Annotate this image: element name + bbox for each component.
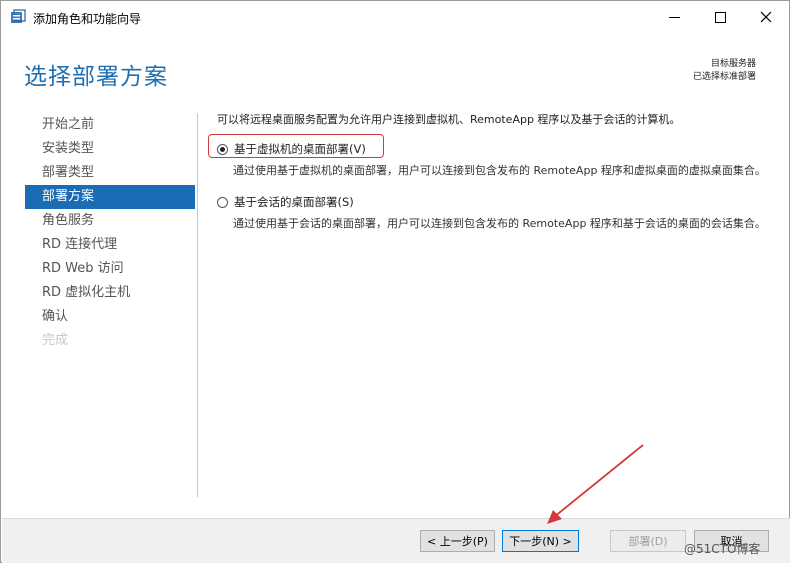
wizard-window: 添加角色和功能向导 选择部署方案 目标服务器 已选择标准部署 开始之前 安装类型… [0,0,790,563]
vm-deployment-description: 通过使用基于虚拟机的桌面部署，用户可以连接到包含发布的 RemoteApp 程序… [233,164,766,177]
window-title: 添加角色和功能向导 [33,12,142,26]
option-vm-deployment: 基于虚拟机的桌面部署(V) 通过使用基于虚拟机的桌面部署，用户可以连接到包含发布… [208,134,772,178]
minimize-button[interactable] [651,1,697,33]
nav-item-role-services[interactable]: 角色服务 [25,209,195,233]
session-deployment-radio-row[interactable]: 基于会话的桌面部署(S) [217,192,772,212]
option-session-deployment: 基于会话的桌面部署(S) 通过使用基于会话的桌面部署，用户可以连接到包含发布的 … [217,192,772,231]
page-title: 选择部署方案 [24,64,168,90]
title-bar: 添加角色和功能向导 [1,1,789,33]
nav-item-rd-web-access[interactable]: RD Web 访问 [25,257,195,281]
content-pane: 可以将远程桌面服务配置为允许用户连接到虚拟机、RemoteApp 程序以及基于会… [208,111,772,231]
previous-button[interactable]: < 上一步(P) [420,530,495,552]
nav-item-rd-connection-broker[interactable]: RD 连接代理 [25,233,195,257]
nav-divider [197,113,198,497]
nav-item-rd-virtualization-host[interactable]: RD 虚拟化主机 [25,281,195,305]
vm-deployment-radio[interactable] [217,143,228,155]
close-icon [760,11,772,23]
nav-item-confirmation[interactable]: 确认 [25,305,195,329]
close-button[interactable] [743,1,789,33]
next-button[interactable]: 下一步(N) > [502,530,579,552]
maximize-button[interactable] [697,1,743,33]
server-manager-icon [11,9,26,23]
nav-item-deployment-scenario[interactable]: 部署方案 [25,185,195,209]
destination-server-value: 已选择标准部署 [692,72,756,82]
session-deployment-radio[interactable] [217,196,228,208]
intro-text: 可以将远程桌面服务配置为允许用户连接到虚拟机、RemoteApp 程序以及基于会… [217,113,681,126]
annotation-highlight-box [208,134,384,158]
destination-server-label: 目标服务器 已选择标准部署 [693,58,756,84]
nav-item-before-you-begin[interactable]: 开始之前 [25,113,195,137]
minimize-icon [668,16,680,18]
session-deployment-description: 通过使用基于会话的桌面部署，用户可以连接到包含发布的 RemoteApp 程序和… [233,217,766,230]
nav-item-results: 完成 [42,333,69,348]
nav-item-installation-type[interactable]: 安装类型 [25,137,195,161]
nav-item-deployment-type[interactable]: 部署类型 [25,161,195,185]
wizard-nav: 开始之前 安装类型 部署类型 部署方案 角色服务 RD 连接代理 RD Web … [25,113,195,353]
session-deployment-label[interactable]: 基于会话的桌面部署(S) [234,194,354,210]
wizard-footer: < 上一步(P) 下一步(N) > 部署(D) 取消 [2,518,790,563]
maximize-icon [714,11,726,23]
deploy-button: 部署(D) [610,530,686,552]
watermark: @51CTO博客 [684,542,761,556]
destination-server-title: 目标服务器 [710,59,756,69]
